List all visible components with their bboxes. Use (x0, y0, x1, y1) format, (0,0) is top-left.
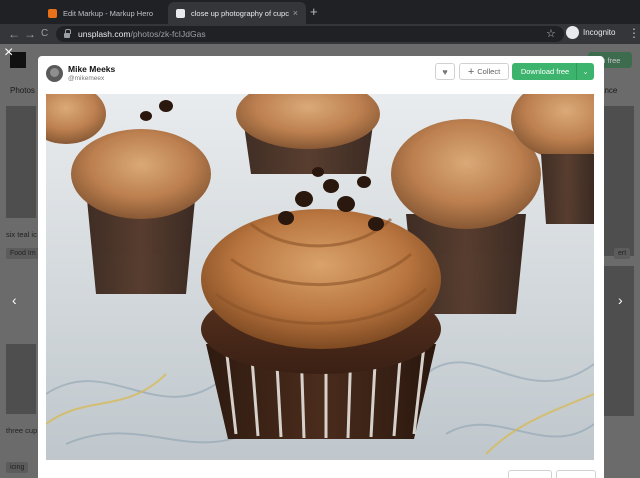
author-handle: @mikemeex (68, 75, 105, 82)
background-tag: ert (614, 248, 631, 259)
background-photo (604, 266, 634, 416)
address-bar[interactable]: unsplash.com/photos/zk-fcIJdGas (56, 26, 564, 42)
incognito-indicator[interactable]: Incognito (566, 26, 615, 39)
background-tag: Food Im (6, 248, 40, 259)
background-photo-caption: six teal ic (6, 230, 37, 239)
author-info[interactable]: Mike Meeks @mikemeex (46, 64, 115, 82)
back-button[interactable]: ← (8, 26, 20, 42)
incognito-icon (566, 26, 579, 39)
background-photo (6, 344, 36, 414)
browser-tab-strip: Edit Markup - Markup Hero close up photo… (0, 0, 640, 24)
incognito-label: Incognito (583, 28, 616, 37)
browser-tab-markup-hero[interactable]: Edit Markup - Markup Hero (40, 2, 164, 24)
cupcake-photo[interactable] (46, 94, 594, 460)
background-photos-tab: Photos (10, 86, 35, 95)
collect-button[interactable]: + Collect (459, 63, 509, 80)
like-button[interactable]: ♥ (435, 63, 455, 80)
bookmark-star-icon[interactable]: ☆ (546, 27, 556, 40)
previous-photo-icon[interactable]: ‹ (12, 292, 17, 308)
browser-menu-icon[interactable]: ⋮ (628, 26, 640, 40)
info-button[interactable] (556, 470, 596, 478)
next-photo-icon[interactable]: › (618, 292, 623, 308)
author-name[interactable]: Mike Meeks (68, 64, 115, 74)
background-photo (6, 106, 36, 218)
collect-label: Collect (477, 67, 501, 76)
lock-icon (64, 28, 71, 38)
browser-toolbar: ← → C unsplash.com/photos/zk-fcIJdGas ☆ … (0, 24, 640, 44)
reload-button[interactable]: C (41, 26, 48, 42)
plus-icon: + (467, 65, 475, 78)
url-host: unsplash.com (78, 29, 131, 39)
tab-title: Edit Markup - Markup Hero (63, 8, 154, 18)
url-path: /photos/zk-fcIJdGas (130, 29, 206, 39)
background-photo-caption: three cup (6, 426, 38, 435)
background-tag: icing (6, 462, 29, 473)
forward-button[interactable]: → (24, 26, 36, 42)
background-photo (604, 106, 634, 256)
heart-icon: ♥ (442, 66, 448, 77)
tab-title: close up photography of cupca (191, 8, 289, 18)
close-tab-icon[interactable]: × (293, 8, 298, 18)
share-button[interactable] (508, 470, 552, 478)
unsplash-favicon-icon (176, 8, 185, 18)
download-options-chevron-icon[interactable]: ⌄ (577, 68, 594, 76)
new-tab-button[interactable]: + (310, 4, 318, 19)
photo-modal: Mike Meeks @mikemeex ♥ + Collect Downloa… (38, 56, 604, 478)
author-avatar[interactable] (46, 64, 63, 82)
cupcake-photo-illustration (46, 94, 594, 460)
download-label: Download free (520, 67, 570, 76)
markup-hero-favicon-icon (48, 8, 57, 18)
close-modal-icon[interactable]: × (4, 44, 13, 62)
download-button[interactable]: Download free ⌄ (512, 63, 594, 80)
browser-tab-unsplash[interactable]: close up photography of cupca × (168, 2, 306, 24)
